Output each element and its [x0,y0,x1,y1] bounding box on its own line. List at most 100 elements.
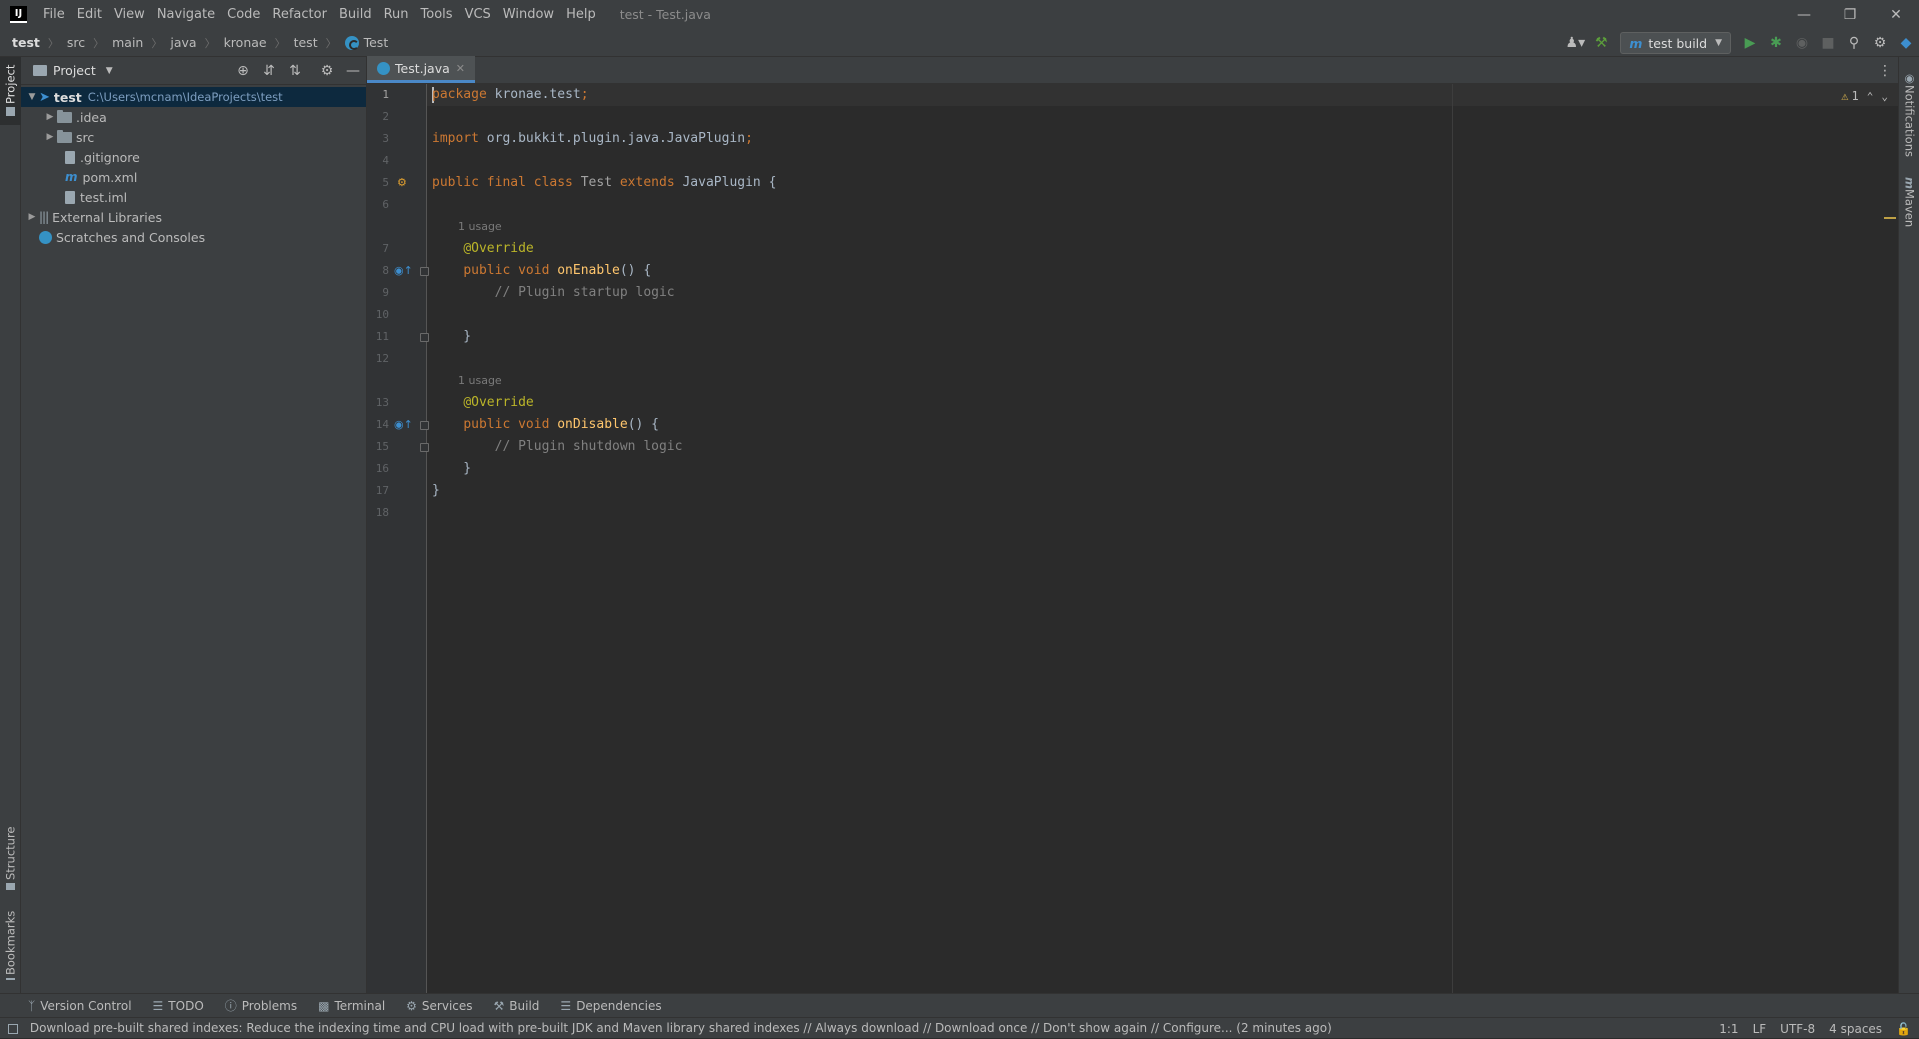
chevron-down-icon[interactable]: ⌄ [1881,90,1888,103]
menu-code[interactable]: Code [221,0,266,29]
menu-vcs[interactable]: VCS [459,0,497,29]
account-icon[interactable]: ♟▾ [1563,31,1587,55]
breadcrumb-item[interactable]: main [112,35,143,50]
chevron-right-icon[interactable]: ▶ [43,112,57,122]
tree-item-external-libraries[interactable]: ▶ ||| External Libraries [21,207,366,227]
stop-icon[interactable]: ■ [1816,31,1840,55]
tree-item-src[interactable]: ▶ src [21,127,366,147]
menu-refactor[interactable]: Refactor [266,0,333,29]
structure-tool-tab[interactable]: Structure [0,821,21,899]
maven-tool-tab[interactable]: m Maven [1899,173,1919,233]
run-configuration-select[interactable]: m test build ▼ [1620,32,1731,54]
chevron-down-icon[interactable]: ▼ [106,66,113,76]
menu-help[interactable]: Help [560,0,602,29]
bookmarks-tool-tab[interactable]: Bookmarks [0,905,21,989]
breadcrumb-item[interactable]: Test [364,35,389,50]
dependencies-tool[interactable]: ☰ Dependencies [560,999,661,1013]
hide-panel-icon[interactable]: — [340,59,366,83]
usage-hint[interactable]: 1 usage [427,370,502,392]
breadcrumb-item[interactable]: java [170,35,196,50]
project-panel-title[interactable]: Project [53,63,96,78]
gear-icon[interactable]: ⚙ [314,59,340,83]
warning-scroll-marker[interactable] [1884,217,1896,219]
tree-item-idea[interactable]: ▶ .idea [21,107,366,127]
navigation-bar: test 〉 src 〉 main 〉 java 〉 kronae 〉 test… [0,29,1919,57]
menu-run[interactable]: Run [378,0,415,29]
project-tool-tab[interactable]: Project [0,57,21,125]
editor-body[interactable]: 1 2 3 4 5 6 7 8 9 10 11 12 13 14 15 16 1… [367,84,1898,993]
settings-gear-icon[interactable]: ⚙ [1868,31,1892,55]
restore-icon[interactable]: ❐ [1827,0,1873,29]
code-line[interactable]: @Override [427,238,1898,260]
info-icon: ⓘ [224,999,237,1013]
plugin-class-gutter-icon[interactable]: ⚙ [397,172,407,194]
breadcrumb-item[interactable]: test [294,35,318,50]
more-vertical-icon[interactable]: ⋮ [1878,57,1892,84]
editor-tab-test-java[interactable]: Test.java ✕ [367,56,475,83]
chevron-right-icon[interactable]: ▶ [43,132,57,142]
tree-item-iml[interactable]: test.iml [21,187,366,207]
file-encoding[interactable]: UTF-8 [1780,1022,1815,1036]
tree-item-gitignore[interactable]: .gitignore [21,147,366,167]
chevron-down-icon[interactable]: ▼ [25,92,39,102]
services-tool[interactable]: ⚙ Services [406,999,472,1013]
override-method-gutter-icon[interactable]: ◉↑ [394,414,413,436]
menu-view[interactable]: View [108,0,151,29]
search-icon[interactable]: ⚲ [1842,31,1866,55]
notifications-tool-tab[interactable]: ◉ Notifications [1899,67,1919,167]
breadcrumb-item[interactable]: src [67,35,85,50]
code-line[interactable]: public final class Test extends JavaPlug… [427,172,1898,194]
code-line[interactable]: } [427,458,1898,480]
indent-setting[interactable]: 4 spaces [1829,1022,1882,1036]
status-toggle-icon[interactable] [8,1023,18,1034]
tree-item-scratches[interactable]: Scratches and Consoles [21,227,366,247]
lock-icon[interactable]: 🔓 [1896,1022,1911,1036]
caret-position[interactable]: 1:1 [1719,1022,1738,1036]
code-line[interactable]: public void onDisable() { [427,414,1898,436]
code-line[interactable]: // Plugin shutdown logic [427,436,1898,458]
todo-tool[interactable]: ☰ TODO [153,999,204,1013]
tree-item-pom[interactable]: m pom.xml [21,167,366,187]
menu-edit[interactable]: Edit [71,0,108,29]
code-line[interactable]: // Plugin startup logic [427,282,1898,304]
usage-hint[interactable]: 1 usage [427,216,502,238]
code-line[interactable]: import org.bukkit.plugin.java.JavaPlugin… [427,128,1898,150]
status-message[interactable]: Download pre-built shared indexes: Reduc… [0,1021,1420,1035]
breadcrumb-item[interactable]: kronae [224,35,267,50]
run-icon[interactable]: ▶ [1738,31,1762,55]
code-line[interactable]: package kronae.test; [427,84,1898,106]
debug-icon[interactable]: ✱ [1764,31,1788,55]
menu-window[interactable]: Window [497,0,560,29]
code-line[interactable]: public void onEnable() { [427,260,1898,282]
terminal-tool[interactable]: ▩ Terminal [318,999,385,1013]
build-tool[interactable]: ⚒ Build [494,999,540,1013]
inspection-widget[interactable]: ⚠ 1 ⌃ ⌄ [1841,86,1888,106]
plugin-logo-icon[interactable]: ◆ [1894,31,1918,55]
code-line[interactable]: } [427,326,1898,348]
problems-tool[interactable]: ⓘ Problems [225,997,297,1014]
coverage-icon[interactable]: ◉ [1790,31,1814,55]
version-control-tool[interactable]: ᛉ Version Control [28,999,132,1013]
menu-build[interactable]: Build [333,0,378,29]
editor-gutter[interactable]: 1 2 3 4 5 6 7 8 9 10 11 12 13 14 15 16 1… [367,84,429,993]
chevron-up-icon[interactable]: ⌃ [1867,90,1874,103]
tree-item-root[interactable]: ▼ ➤ test C:\Users\mcnam\IdeaProjects\tes… [21,87,366,107]
menu-file[interactable]: File [37,0,71,29]
close-tab-icon[interactable]: ✕ [456,62,465,75]
select-opened-file-icon[interactable]: ⊕ [230,59,256,83]
chevron-right-icon[interactable]: ▶ [25,212,39,222]
minimize-icon[interactable]: — [1781,0,1827,29]
build-hammer-icon[interactable]: ⚒ [1589,31,1613,55]
status-right: 1:1 LF UTF-8 4 spaces 🔓 [1705,1018,1911,1039]
menu-navigate[interactable]: Navigate [151,0,221,29]
override-method-gutter-icon[interactable]: ◉↑ [394,260,413,282]
breadcrumb-item[interactable]: test [12,35,40,50]
close-window-icon[interactable]: ✕ [1873,0,1919,29]
code-content[interactable]: package kronae.test; import org.bukkit.p… [427,84,1898,993]
line-separator[interactable]: LF [1753,1022,1767,1036]
menu-tools[interactable]: Tools [415,0,459,29]
code-line[interactable]: @Override [427,392,1898,414]
collapse-all-icon[interactable]: ⇅ [282,59,308,83]
expand-all-icon[interactable]: ⇵ [256,59,282,83]
code-line[interactable]: } [427,480,1898,502]
